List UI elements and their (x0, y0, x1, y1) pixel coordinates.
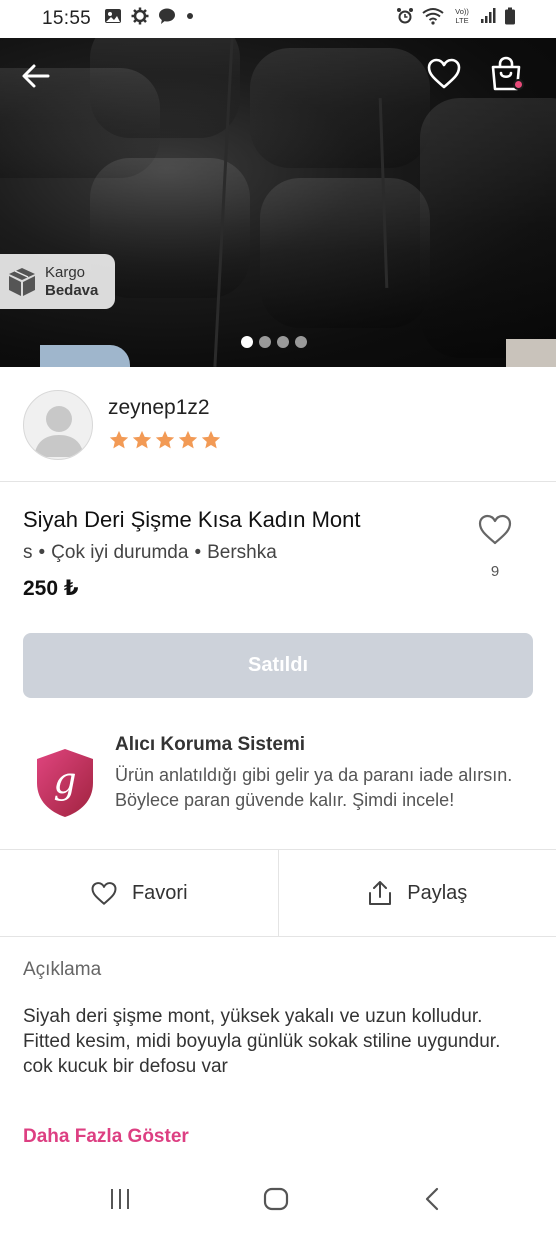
shipping-badge-text: Kargo Bedava (45, 264, 98, 300)
user-placeholder-icon (34, 406, 84, 457)
product-image-carousel[interactable]: Kargo Bedava (0, 38, 556, 367)
product-brand[interactable]: Bershka (207, 542, 277, 564)
show-more-link[interactable]: Daha Fazla Göster (23, 1126, 189, 1148)
star-icon (109, 430, 129, 449)
meta-separator: • (194, 542, 202, 563)
jacket-puffer-panel (260, 178, 430, 328)
box-icon (9, 267, 35, 296)
seller-username[interactable]: zeynep1z2 (108, 396, 210, 420)
volte-icon: Vo)) LTE (452, 6, 472, 32)
status-time: 15:55 (42, 8, 92, 29)
status-right: Vo)) LTE (396, 6, 516, 32)
protection-text[interactable]: Ürün anlatıldığı gibi gelir ya da paranı… (115, 763, 525, 813)
shipping-badge-line2: Bedava (45, 281, 99, 299)
action-bar: Favori Paylaş (0, 849, 556, 937)
product-size: s (23, 542, 33, 563)
jacket-puffer-panel (420, 98, 556, 358)
chat-icon (158, 7, 176, 31)
avatar[interactable] (23, 390, 93, 460)
share-button[interactable]: Paylaş (279, 850, 556, 936)
recents-icon (111, 1189, 129, 1209)
jeans-detail (40, 345, 130, 367)
seller-section[interactable]: zeynep1z2 (0, 367, 556, 482)
sold-button[interactable]: Satıldı (23, 633, 533, 698)
svg-text:LTE: LTE (455, 16, 468, 25)
heart-icon (427, 58, 461, 89)
share-label: Paylaş (407, 881, 468, 904)
buyer-protection-shield-icon: g (34, 747, 96, 819)
product-meta: s • Çok iyi durumda • Bershka (23, 542, 277, 564)
svg-text:Vo)): Vo)) (455, 7, 469, 16)
cart-notification-dot (513, 79, 524, 90)
like-count: 9 (490, 563, 500, 580)
favorite-top-button[interactable] (426, 56, 462, 92)
star-icon (155, 430, 175, 449)
battery-icon (504, 7, 516, 31)
carousel-dot[interactable] (295, 336, 307, 348)
star-icon (132, 430, 152, 449)
free-shipping-badge: Kargo Bedava (0, 254, 115, 309)
product-title: Siyah Deri Şişme Kısa Kadın Mont (23, 507, 361, 532)
wifi-icon (422, 7, 444, 31)
recents-button[interactable] (108, 1187, 132, 1216)
like-button[interactable]: 9 (476, 512, 514, 580)
back-icon (425, 1187, 439, 1211)
carousel-dot[interactable] (277, 336, 289, 348)
meta-separator: • (38, 542, 46, 563)
description-heading: Açıklama (23, 959, 102, 980)
star-icon (201, 430, 221, 449)
heart-icon (478, 514, 512, 545)
carousel-indicator (241, 336, 307, 348)
jacket-puffer-panel (90, 38, 240, 138)
svg-text:g: g (53, 761, 76, 802)
cart-button[interactable] (486, 54, 526, 94)
carousel-dot[interactable] (259, 336, 271, 348)
seller-rating (108, 429, 222, 451)
description-body: Siyah deri şişme mont, yüksek yakalı ve … (23, 1006, 501, 1077)
signal-icon (480, 7, 496, 31)
image-icon (104, 7, 122, 31)
carousel-dot[interactable] (241, 336, 253, 348)
background-detail (506, 339, 556, 367)
share-icon (369, 881, 392, 905)
home-icon (263, 1187, 289, 1211)
jacket-puffer-panel (250, 48, 430, 168)
heart-icon (91, 882, 117, 905)
back-arrow-icon (22, 64, 50, 88)
protection-title: Alıcı Koruma Sistemi (115, 734, 306, 755)
status-left: 15:55 (42, 7, 195, 31)
favorite-button[interactable]: Favori (0, 850, 279, 936)
product-condition: Çok iyi durumda (51, 542, 189, 563)
product-price: 250 ₺ (23, 577, 79, 600)
dot-icon (185, 7, 195, 31)
system-back-button[interactable] (422, 1187, 442, 1216)
shipping-badge-line1: Kargo (45, 263, 86, 281)
alarm-icon (396, 7, 414, 31)
status-bar: 15:55 Vo)) LTE (0, 0, 556, 38)
home-button[interactable] (263, 1187, 289, 1216)
back-button[interactable] (18, 58, 54, 94)
settings-icon (131, 7, 149, 31)
favorite-label: Favori (131, 881, 188, 904)
star-icon (178, 430, 198, 449)
system-nav-bar (0, 1165, 556, 1235)
